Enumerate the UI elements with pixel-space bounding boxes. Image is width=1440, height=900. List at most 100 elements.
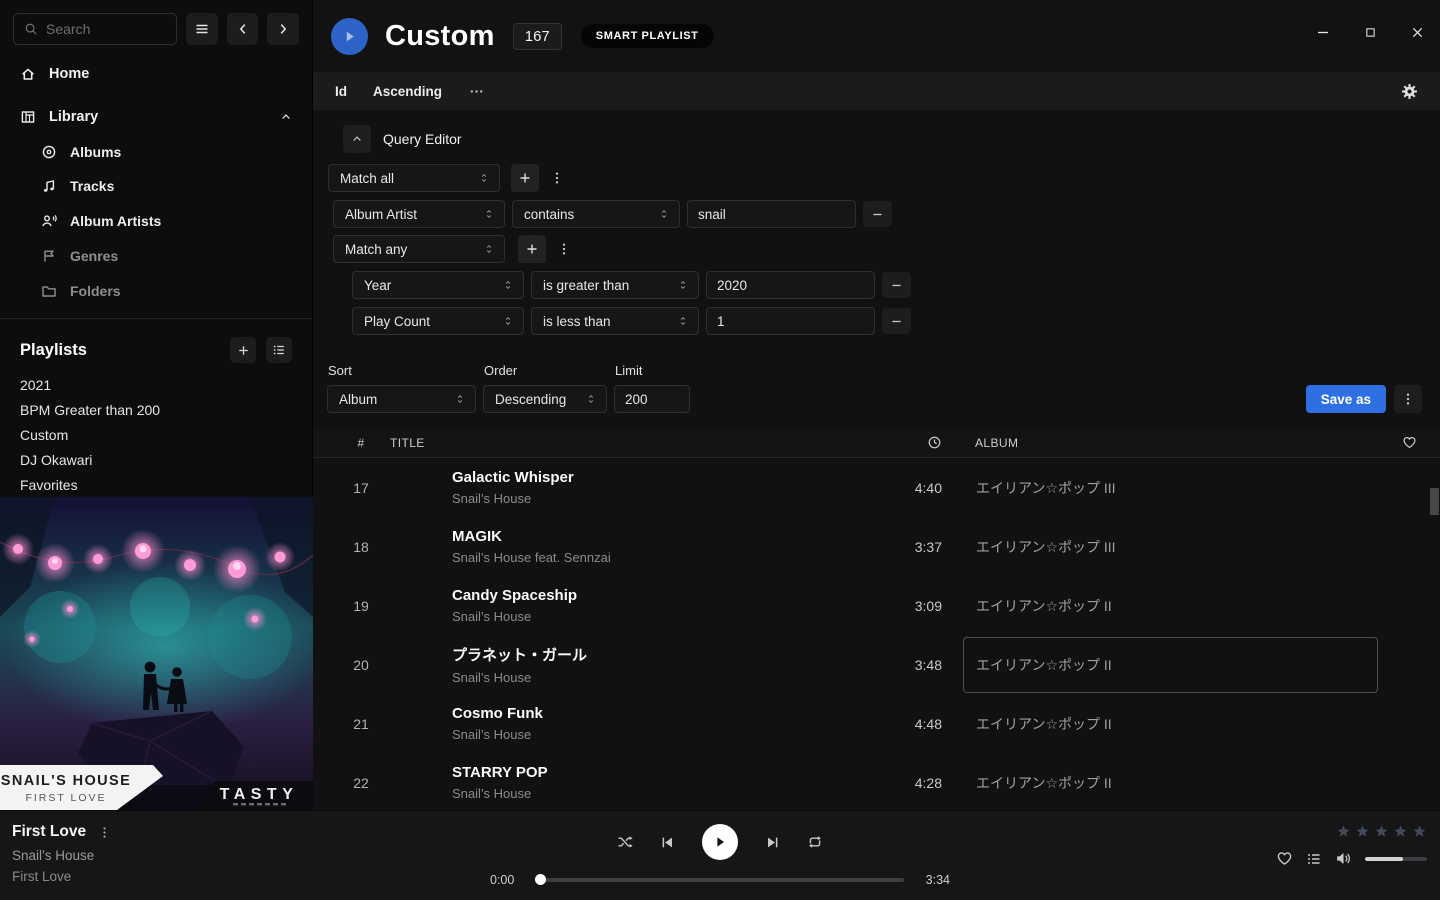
table-row[interactable]: 18 MAGIK Snail’s House feat. Sennzai 3:3… [313,517,1440,576]
rule1-field-select[interactable]: Album Artist [333,200,505,228]
group-match-select[interactable]: Match any [333,235,505,263]
seek-handle[interactable] [535,874,546,885]
rule3-operator-select[interactable]: is less than [531,307,699,335]
nav-forward-button[interactable] [267,13,299,45]
skip-previous-icon [660,835,675,850]
rule3-remove-button[interactable] [882,308,911,334]
repeat-icon [807,834,823,850]
close-icon [1410,25,1425,40]
playlist-item-dj-okawari[interactable]: DJ Okawari [0,447,312,472]
settings-button[interactable] [1401,83,1418,100]
rule2-remove-button[interactable] [882,272,911,298]
add-playlist-button[interactable] [230,337,256,363]
query-limit-input[interactable] [614,385,690,413]
toolbar-more-button[interactable] [469,84,484,99]
sidebar-item-tracks[interactable]: Tracks [0,173,312,200]
rule3-field-select[interactable]: Play Count [352,307,524,335]
rule1-operator-select[interactable]: contains [512,200,680,228]
song-album[interactable]: エイリアン☆ポップ II [963,696,1378,752]
query-sort-select[interactable]: Album [327,385,476,413]
vertical-scrollbar-thumb[interactable] [1430,488,1439,515]
group-add-rule-button[interactable] [518,235,546,263]
song-album[interactable]: エイリアン☆ポップ II [963,755,1378,811]
next-track-button[interactable] [765,835,780,850]
song-album[interactable]: エイリアン☆ポップ III [963,519,1378,575]
group-match-value: Match any [345,242,483,257]
queue-button[interactable] [1306,851,1322,867]
rating-star-2[interactable] [1355,824,1370,839]
menu-button[interactable] [186,13,218,45]
window-maximize-button[interactable] [1361,23,1379,41]
playlist-item-2021[interactable]: 2021 [0,372,312,397]
table-row[interactable]: 22 STARRY POP Snail’s House 4:28 エイリアン☆ポ… [313,753,1440,812]
window-minimize-button[interactable] [1314,23,1332,41]
song-album[interactable]: エイリアン☆ポップ II [963,578,1378,634]
query-order-select[interactable]: Descending [483,385,607,413]
seek-bar[interactable] [536,878,904,882]
rule1-operator-value: contains [524,207,658,222]
rule3-value-input[interactable] [706,307,875,335]
sidebar-item-home[interactable]: Home [0,60,312,88]
shuffle-button[interactable] [617,834,633,850]
sidebar-item-genres[interactable]: Genres [0,243,312,270]
sidebar-item-album-artists[interactable]: Album Artists [0,208,312,235]
rating-star-4[interactable] [1393,824,1408,839]
table-row[interactable]: 17 Galactic Whisper Snail’s House 4:40 エ… [313,458,1440,517]
rule1-remove-button[interactable] [863,201,892,227]
column-header-index[interactable]: # [341,436,381,450]
column-header-title[interactable]: TITLE [390,436,862,450]
now-playing-album[interactable]: First Love [12,869,111,884]
add-rule-button[interactable] [511,164,539,192]
song-artist: Snail’s House [452,786,862,801]
rating-star-3[interactable] [1374,824,1389,839]
playlist-item-bpm[interactable]: BPM Greater than 200 [0,397,312,422]
now-playing-title[interactable]: First Love [12,823,86,841]
repeat-button[interactable] [807,834,823,850]
song-album-focused-cell[interactable]: エイリアン☆ポップ II [963,637,1378,693]
volume-slider[interactable] [1365,857,1427,861]
rule2-field-select[interactable]: Year [352,271,524,299]
sidebar-item-library[interactable]: Library [0,103,312,131]
song-artist: Snail’s House feat. Sennzai [452,550,862,565]
query-editor-collapse-button[interactable] [343,125,371,153]
playlist-list-button[interactable] [266,337,292,363]
select-updown-icon [483,208,495,220]
rule2-operator-select[interactable]: is greater than [531,271,699,299]
library-label: Library [49,109,98,125]
now-playing-album-art[interactable]: SNAIL'S HOUSE FIRST LOVE TASTY [0,497,313,810]
playlist-item-custom[interactable]: Custom [0,422,312,447]
table-row[interactable]: 19 Candy Spaceship Snail’s House 3:09 エイ… [313,576,1440,635]
search-box[interactable] [13,13,177,45]
rule1-value-input[interactable] [687,200,856,228]
playlist-item-favorites[interactable]: Favorites [0,472,312,497]
save-menu-button[interactable] [1394,385,1422,413]
play-pause-button[interactable] [702,824,738,860]
dots-vertical-icon [98,826,111,839]
nav-back-button[interactable] [227,13,259,45]
column-header-favorite[interactable] [1378,435,1440,450]
sort-order-button[interactable]: Ascending [373,84,442,99]
rating-star-5[interactable] [1412,824,1427,839]
sidebar-item-albums[interactable]: Albums [0,138,312,165]
rule2-value-input[interactable] [706,271,875,299]
save-as-button[interactable]: Save as [1306,385,1386,413]
column-header-duration[interactable] [862,435,942,450]
song-album[interactable]: エイリアン☆ポップ III [963,460,1378,516]
play-playlist-button[interactable] [331,18,368,55]
table-row[interactable]: 21 Cosmo Funk Snail’s House 4:48 エイリアン☆ポ… [313,694,1440,753]
column-header-album[interactable]: ALBUM [963,436,1378,450]
rating-star-1[interactable] [1336,824,1351,839]
sidebar-item-folders[interactable]: Folders [0,277,312,304]
group-menu-button[interactable] [554,235,574,263]
mute-button[interactable] [1335,850,1352,867]
favorite-button[interactable] [1276,850,1293,867]
table-row[interactable]: 20 プラネット・ガール Snail’s House 3:48 エイリアン☆ポッ… [313,635,1440,694]
previous-track-button[interactable] [660,835,675,850]
now-playing-menu-button[interactable] [98,826,111,839]
sort-field-button[interactable]: Id [335,84,347,99]
now-playing-artist[interactable]: Snail’s House [12,848,111,863]
root-match-select[interactable]: Match all [328,164,500,192]
song-title: MAGIK [452,528,862,545]
root-group-menu-button[interactable] [547,164,567,192]
window-close-button[interactable] [1408,23,1426,41]
